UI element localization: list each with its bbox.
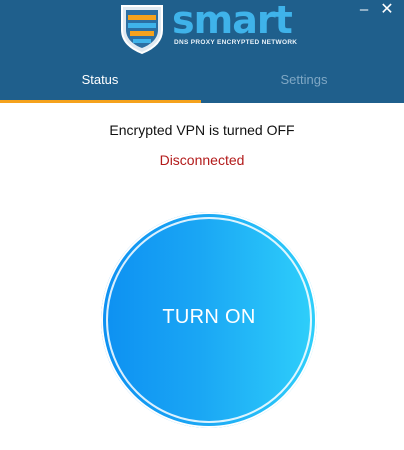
logo-tagline: DNS PROXY ENCRYPTED NETWORK: [174, 39, 298, 46]
shield-logo-icon: [121, 5, 163, 54]
close-button[interactable]: ✕: [378, 2, 396, 20]
connection-state: Disconnected: [159, 152, 245, 168]
vpn-status-message: Encrypted VPN is turned OFF: [109, 122, 295, 138]
minimize-button[interactable]: –: [355, 2, 373, 20]
header-bar: smart DNS PROXY ENCRYPTED NETWORK – ✕ St…: [0, 0, 404, 103]
tab-status[interactable]: Status: [0, 72, 200, 87]
turn-on-button[interactable]: TURN ON: [101, 212, 317, 428]
turn-on-label: TURN ON: [162, 306, 256, 328]
app-window: smart DNS PROXY ENCRYPTED NETWORK – ✕ St…: [0, 0, 404, 450]
tab-settings[interactable]: Settings: [204, 72, 404, 87]
logo-wordmark: smart: [172, 0, 293, 42]
app-logo: smart DNS PROXY ENCRYPTED NETWORK: [118, 0, 297, 54]
active-tab-indicator: [0, 100, 201, 103]
